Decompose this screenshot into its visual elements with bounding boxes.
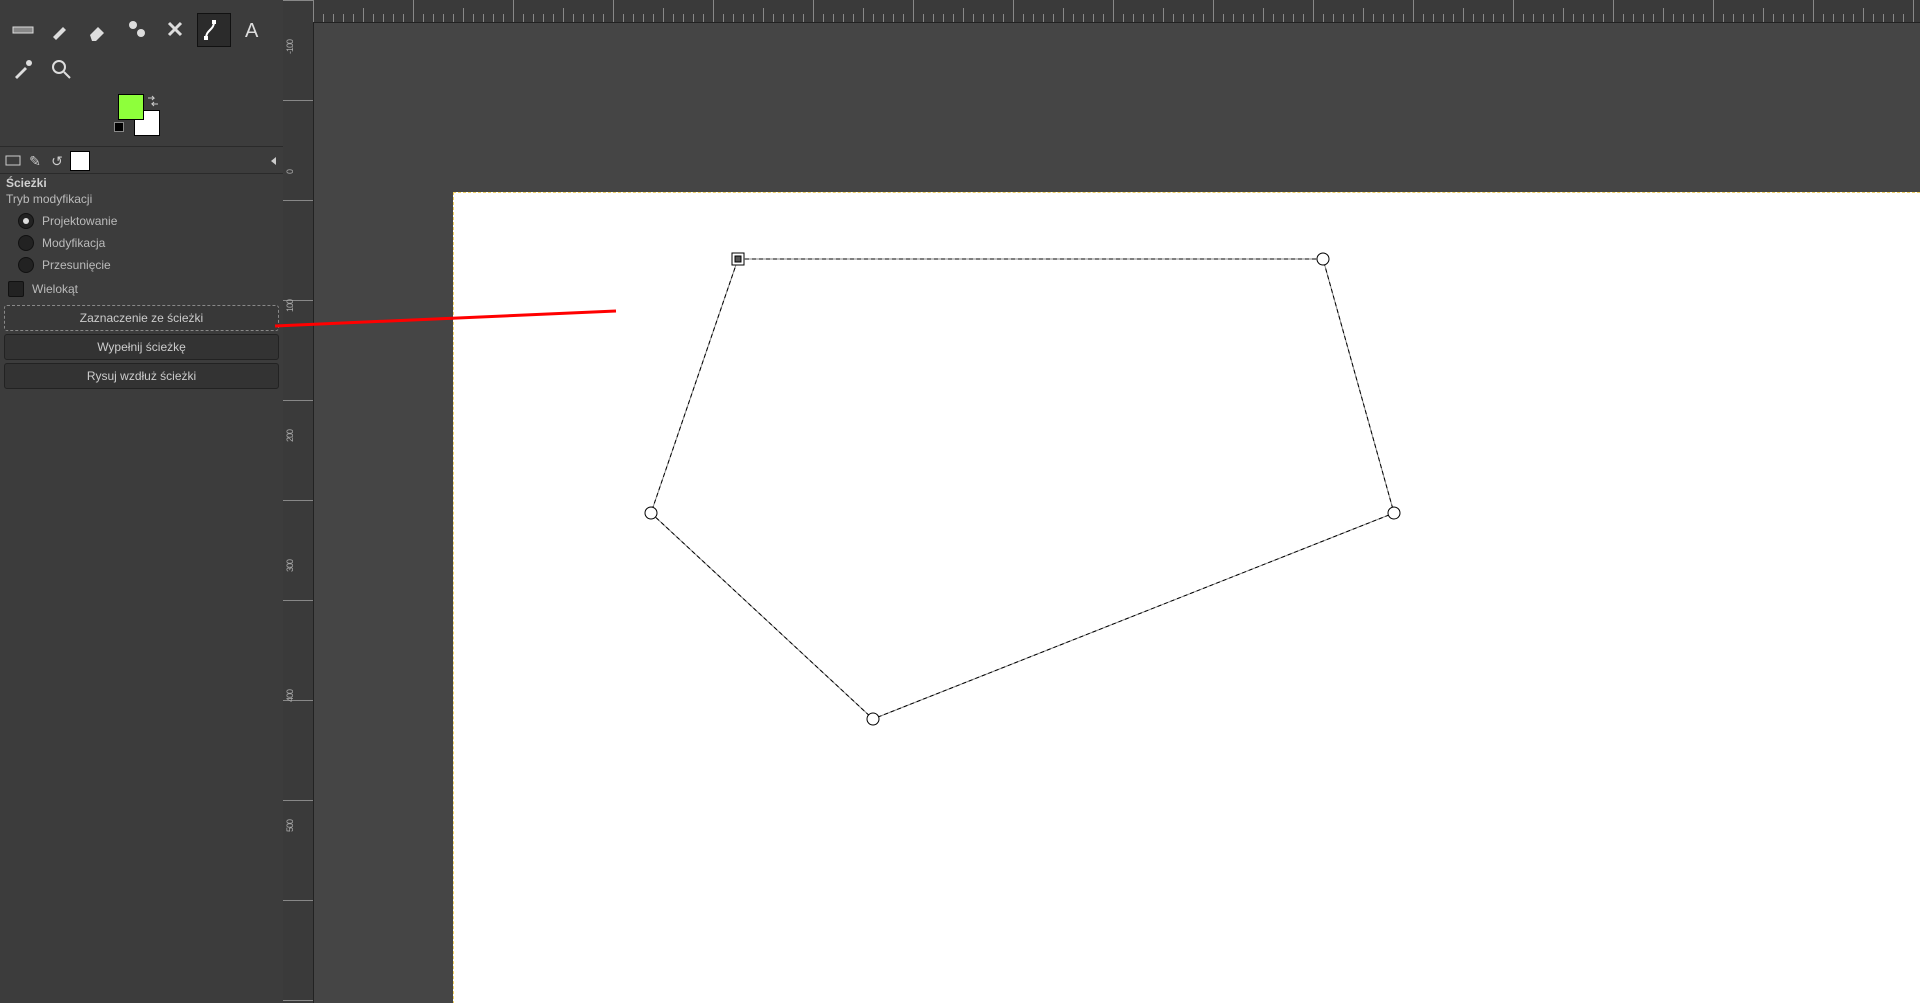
tool-options-title: Ścieżki	[0, 174, 283, 192]
polygon-check[interactable]: Wielokąt	[0, 276, 283, 302]
select-from-path-button[interactable]: Zaznaczenie ze ścieżki	[4, 305, 279, 331]
canvas-viewport[interactable]	[313, 22, 1920, 1003]
radio-label: Modyfikacja	[42, 236, 105, 250]
collapse-icon[interactable]	[267, 155, 279, 167]
heal-icon[interactable]	[159, 13, 191, 45]
tool-row-1: A	[0, 10, 283, 50]
reset-icon[interactable]: ↺	[48, 152, 66, 170]
checkbox-icon	[8, 281, 24, 297]
image-bounds-marquee	[453, 192, 1920, 1003]
tool-row-2	[0, 50, 283, 88]
radio-dot-icon	[18, 257, 34, 273]
svg-text:A: A	[245, 20, 259, 41]
paths-tool-icon[interactable]	[197, 13, 231, 47]
pipette-icon[interactable]	[7, 53, 39, 85]
options-toolbar: ✎ ↺	[0, 146, 283, 174]
canvas-area: -1000100200300400500	[283, 0, 1920, 1003]
radio-design[interactable]: Projektowanie	[0, 210, 283, 232]
brush-mini-icon[interactable]: ✎	[26, 152, 44, 170]
paintbrush-icon[interactable]	[45, 13, 77, 45]
ruler-horizontal[interactable]	[313, 0, 1920, 23]
eraser-icon[interactable]	[83, 13, 115, 45]
radio-modify[interactable]: Modyfikacja	[0, 232, 283, 254]
radio-dot-icon	[18, 235, 34, 251]
default-colors-icon[interactable]	[114, 122, 124, 132]
text-icon[interactable]: A	[237, 13, 269, 45]
radio-label: Przesunięcie	[42, 258, 111, 272]
left-panel: A ✎ ↺ Ścieżki Tryb modyfikacji Projektow…	[0, 0, 283, 1003]
aux-swatch[interactable]	[70, 151, 90, 171]
button-label: Rysuj wzdłuż ścieżki	[87, 369, 196, 383]
clone-icon[interactable]	[121, 13, 153, 45]
radio-dot-icon	[18, 213, 34, 229]
button-label: Wypełnij ścieżkę	[97, 340, 186, 354]
color-swatches	[0, 94, 283, 142]
stroke-path-button[interactable]: Rysuj wzdłuż ścieżki	[4, 363, 279, 389]
button-label: Zaznaczenie ze ścieżki	[80, 311, 203, 325]
gradient-icon[interactable]	[7, 13, 39, 45]
radio-move[interactable]: Przesunięcie	[0, 254, 283, 276]
tool-row-partial	[0, 0, 283, 10]
device-icon[interactable]	[4, 152, 22, 170]
toolbox: A	[0, 0, 283, 142]
foreground-color[interactable]	[118, 94, 144, 120]
fill-path-button[interactable]: Wypełnij ścieżkę	[4, 334, 279, 360]
zoom-icon[interactable]	[45, 53, 77, 85]
radio-label: Projektowanie	[42, 214, 117, 228]
tool-crop-1[interactable]	[7, 3, 39, 10]
ruler-vertical[interactable]: -1000100200300400500	[283, 0, 314, 1003]
mode-label: Tryb modyfikacji	[0, 192, 283, 210]
polygon-label: Wielokąt	[32, 282, 78, 296]
swap-colors-icon[interactable]	[146, 94, 160, 108]
